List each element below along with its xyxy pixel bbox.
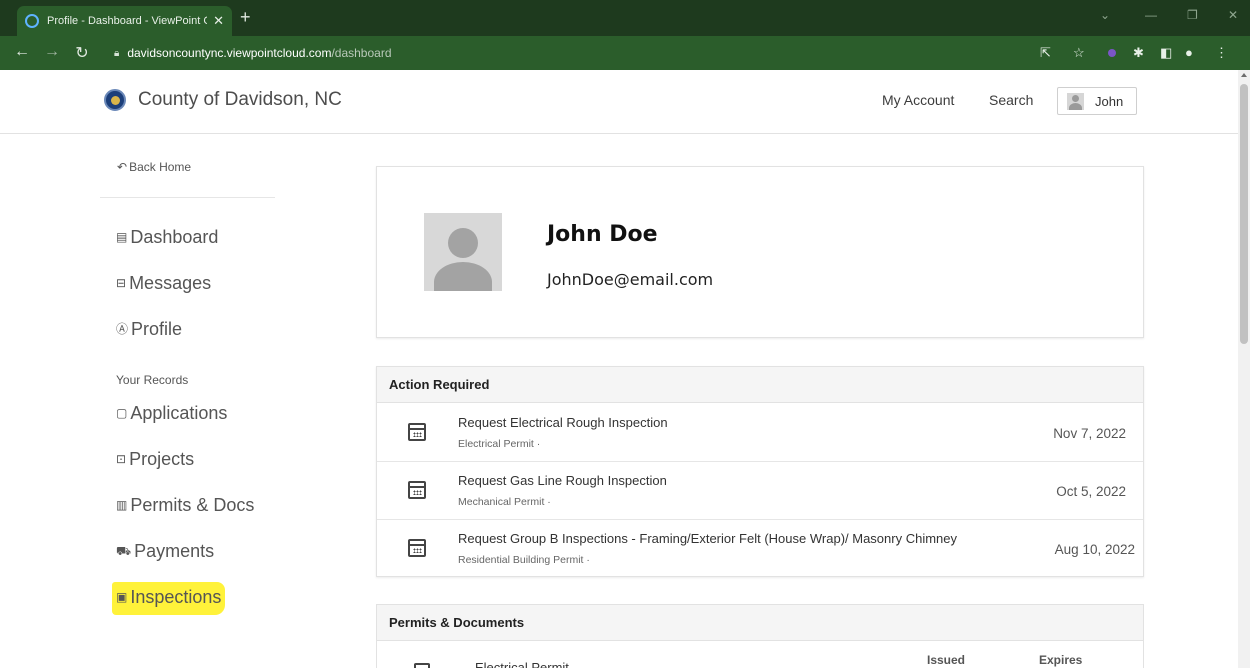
scroll-up-icon[interactable] [1241, 73, 1247, 77]
action-title[interactable]: Request Electrical Rough Inspection [458, 415, 668, 430]
inspections-highlight: ▣ Inspections [112, 582, 226, 615]
browser-tab[interactable]: Profile - Dashboard - ViewPoint C ✕ [17, 6, 232, 36]
page-scrollbar[interactable] [1238, 70, 1250, 668]
browser-menu-icon[interactable]: ⋮ [1215, 46, 1228, 60]
action-title[interactable]: Request Gas Line Rough Inspection [458, 473, 667, 488]
scrollbar-thumb[interactable] [1240, 84, 1248, 344]
close-tab-icon[interactable]: ✕ [213, 13, 224, 29]
profile-card: John Doe JohnDoe@email.com [376, 166, 1144, 338]
browser-toolbar: ← → ↻ 🔒︎ davidsoncountync.viewpointcloud… [0, 36, 1250, 70]
action-date: Oct 5, 2022 [1056, 484, 1126, 499]
action-row[interactable]: Request Group B Inspections - Framing/Ex… [377, 520, 1143, 578]
tab-search-icon[interactable]: ⌄ [1100, 8, 1110, 22]
user-name: John [1095, 93, 1124, 109]
permits-documents-heading: Permits & Documents [377, 605, 1143, 641]
sidebar-item-dashboard[interactable]: ▤ Dashboard [116, 227, 218, 248]
lock-icon: 🔒︎ [114, 47, 120, 59]
action-required-heading: Action Required [377, 367, 1143, 403]
extensions-puzzle-icon[interactable]: ✱ [1133, 46, 1144, 60]
sidebar-item-messages[interactable]: ⊟ Messages [116, 273, 211, 294]
site-header: County of Davidson, NC My Account Search… [0, 70, 1238, 134]
sidebar-item-applications[interactable]: ▢ Applications [116, 403, 227, 424]
url-path: /dashboard [331, 46, 392, 60]
address-bar[interactable]: 🔒︎ davidsoncountync.viewpointcloud.com/d… [100, 42, 1230, 64]
my-account-link[interactable]: My Account [882, 92, 954, 108]
sidebar-item-label: Profile [131, 319, 183, 339]
close-window-icon[interactable]: ✕ [1228, 8, 1238, 22]
permit-icon: ▥ [116, 498, 128, 512]
browser-tab-title: Profile - Dashboard - ViewPoint C [47, 15, 208, 27]
inbox-icon: ⊟ [116, 276, 127, 290]
briefcase-icon: ⊡ [116, 452, 127, 466]
user-avatar-icon [1067, 92, 1084, 110]
back-arrow-icon[interactable]: ← [12, 43, 32, 61]
browser-tab-strip: Profile - Dashboard - ViewPoint C ✕ + ⌄ … [0, 0, 1250, 36]
document-icon: ▢ [116, 406, 128, 420]
profile-avatar-icon[interactable]: ● [1185, 46, 1193, 60]
action-date: Nov 7, 2022 [1053, 426, 1126, 441]
new-tab-icon[interactable]: + [240, 8, 251, 26]
sidebar-item-inspections[interactable]: ▣ Inspections [112, 582, 226, 615]
expires-column-header: Expires [1039, 653, 1083, 667]
permit-name[interactable]: Electrical Permit [475, 660, 569, 668]
sidebar-item-label: Messages [129, 273, 212, 293]
cart-icon: ⛟ [116, 544, 132, 558]
action-permit-type: Residential Building Permit · [458, 554, 590, 566]
issued-column-header: Issued [927, 653, 966, 667]
dashboard-icon: ▤ [116, 230, 128, 244]
back-home-link[interactable]: ↶ Back Home [117, 160, 191, 174]
sidebar-item-label: Applications [130, 403, 228, 423]
extension-icon[interactable] [1108, 49, 1116, 57]
county-name[interactable]: County of Davidson, NC [138, 89, 342, 111]
action-permit-type: Electrical Permit · [458, 438, 541, 450]
minimize-icon[interactable]: — [1145, 8, 1157, 22]
back-arrow-icon: ↶ [117, 160, 128, 174]
reload-icon[interactable]: ↻ [72, 43, 92, 63]
forward-arrow-icon[interactable]: → [42, 43, 62, 61]
action-title[interactable]: Request Group B Inspections - Framing/Ex… [458, 531, 957, 546]
action-row[interactable]: Request Gas Line Rough Inspection Mechan… [377, 462, 1143, 520]
sidebar-item-label: Dashboard [130, 227, 219, 247]
sidebar-item-permits-docs[interactable]: ▥ Permits & Docs [116, 495, 254, 516]
profile-icon: Ⓐ [116, 322, 129, 336]
profile-name: John Doe [547, 222, 658, 247]
sidebar-item-projects[interactable]: ⊡ Projects [116, 449, 194, 470]
search-link[interactable]: Search [989, 92, 1033, 108]
sidebar-item-label: Payments [134, 541, 215, 561]
permit-document-icon [414, 663, 430, 668]
calendar-icon [408, 481, 426, 499]
calendar-icon [408, 539, 426, 557]
user-menu-button[interactable]: John [1057, 87, 1137, 115]
action-required-card: Action Required Request Electrical Rough… [376, 366, 1144, 577]
sidebar-item-label: Permits & Docs [130, 495, 255, 515]
side-panel-icon[interactable]: ◧ [1160, 46, 1172, 60]
profile-avatar [424, 213, 502, 291]
sidebar-item-payments[interactable]: ⛟ Payments [116, 541, 214, 562]
sidebar-item-label: Projects [129, 449, 195, 469]
profile-email: JohnDoe@email.com [547, 270, 714, 289]
viewpoint-favicon-icon [25, 14, 39, 28]
bookmark-star-icon[interactable]: ☆ [1073, 46, 1085, 60]
back-home-label: Back Home [129, 160, 192, 174]
sidebar-item-label: Inspections [130, 587, 222, 607]
url-host: davidsoncountync.viewpointcloud.com [127, 46, 332, 60]
action-permit-type: Mechanical Permit · [458, 496, 551, 508]
your-records-heading: Your Records [116, 373, 189, 387]
county-seal-icon[interactable] [104, 89, 126, 111]
action-date: Aug 10, 2022 [1054, 542, 1135, 557]
action-row[interactable]: Request Electrical Rough Inspection Elec… [377, 404, 1143, 462]
restore-icon[interactable]: ❐ [1187, 8, 1198, 22]
sidebar-item-profile[interactable]: Ⓐ Profile [116, 319, 182, 340]
clipboard-icon: ▣ [116, 590, 128, 604]
permits-documents-card: Permits & Documents Issued Expires Elect… [376, 604, 1144, 668]
share-icon[interactable]: ⇱ [1040, 46, 1051, 60]
sidebar-divider [100, 197, 275, 198]
calendar-icon [408, 423, 426, 441]
